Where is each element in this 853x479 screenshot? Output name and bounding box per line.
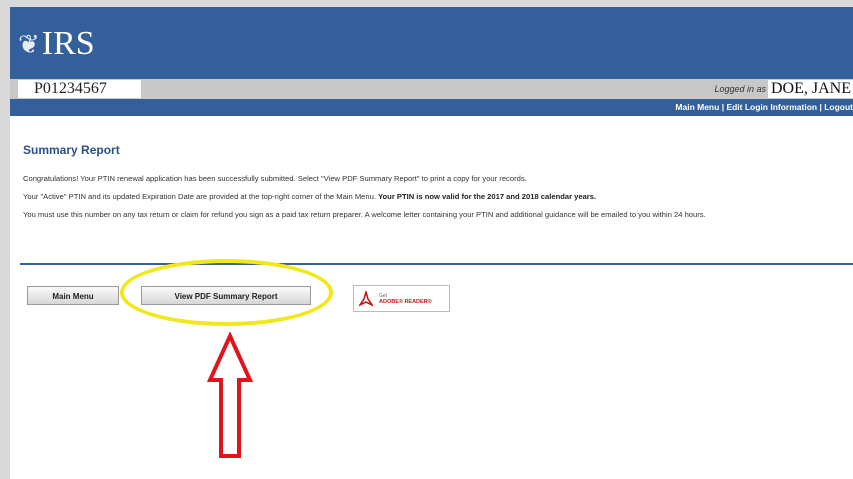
usage-text: You must use this number on any tax retu…	[23, 210, 706, 219]
logged-in-info: Logged in as DOE, JANE	[714, 79, 853, 99]
red-up-arrow-icon	[206, 332, 254, 458]
ptin-number: P01234567	[18, 80, 141, 98]
main-content: Summary Report Congratulations! Your PTI…	[23, 143, 848, 228]
irs-logo-text: IRS	[41, 25, 95, 62]
valid-years-text: Your PTIN is now valid for the 2017 and …	[378, 192, 597, 201]
user-name: DOE, JANE	[768, 80, 853, 98]
logged-in-label: Logged in as	[714, 84, 766, 94]
confirmation-text: Congratulations! Your PTIN renewal appli…	[23, 174, 527, 183]
eagle-icon: ❦	[18, 28, 40, 59]
ptin-bar: P01234567 Logged in as DOE, JANE	[10, 79, 853, 99]
expiration-text: Your "Active" PTIN and its updated Expir…	[23, 192, 848, 202]
adobe-reader-icon	[359, 290, 373, 308]
divider	[20, 263, 853, 265]
nav-links: Main Menu | Edit Login Information | Log…	[675, 99, 853, 116]
irs-logo[interactable]: ❦ IRS	[18, 19, 95, 69]
irs-header: ❦ IRS	[10, 7, 853, 79]
nav-edit-login-link[interactable]: Edit Login Information	[726, 102, 817, 112]
yellow-highlight-ellipse	[120, 259, 333, 326]
expiration-text-normal: Your "Active" PTIN and its updated Expir…	[23, 192, 379, 201]
page-title: Summary Report	[23, 143, 120, 157]
nav-main-menu-link[interactable]: Main Menu	[675, 102, 719, 112]
main-menu-button[interactable]: Main Menu	[27, 286, 119, 305]
adobe-badge-text: Get ADOBE® READER®	[379, 293, 432, 305]
adobe-badge-product: ADOBE® READER®	[379, 298, 432, 305]
get-adobe-reader-badge[interactable]: Get ADOBE® READER®	[353, 285, 450, 312]
browser-viewport: ❦ IRS P01234567 Logged in as DOE, JANE M…	[10, 7, 853, 479]
nav-bar: Main Menu | Edit Login Information | Log…	[10, 99, 853, 116]
nav-logout-link[interactable]: Logout	[824, 102, 853, 112]
